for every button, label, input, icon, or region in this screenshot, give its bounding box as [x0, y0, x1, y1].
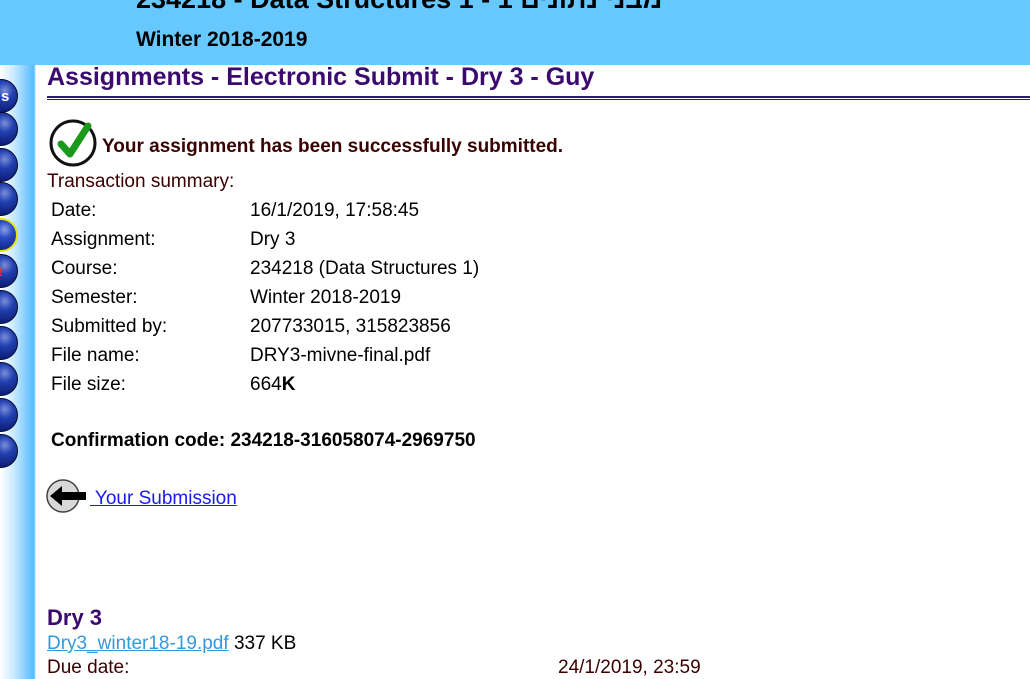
due-date-label: Due date: [47, 657, 130, 678]
assignment-file-size: 337 KB [233, 633, 297, 654]
title-divider [47, 96, 1030, 98]
confirmation-code: Confirmation code: 234218-316058074-2969… [51, 430, 476, 452]
your-submission-link[interactable]: Your Submission [46, 478, 237, 519]
nav-button[interactable] [0, 182, 18, 216]
nav-button-mark: s [1, 88, 10, 105]
summary-row: Assignment: Dry 3 [48, 225, 482, 254]
nav-button[interactable]: ! [0, 254, 18, 288]
nav-button[interactable] [0, 398, 18, 432]
file-size-unit: K [281, 373, 296, 395]
your-submission-label: Your Submission [90, 487, 237, 509]
summary-value: 664K [247, 370, 482, 399]
summary-value: Winter 2018-2019 [250, 286, 402, 308]
nav-button[interactable] [0, 362, 18, 396]
nav-button[interactable]: s [0, 79, 18, 113]
nav-button[interactable] [0, 326, 18, 360]
page-title: Assignments - Electronic Submit - Dry 3 … [47, 63, 595, 91]
due-date-value: 24/1/2019, 23:59 [558, 657, 701, 678]
nav-button[interactable] [0, 290, 18, 324]
assignment-file-link[interactable]: Dry3_winter18-19.pdf [47, 633, 229, 654]
summary-value: 234218 (Data Structures 1) [250, 257, 480, 279]
summary-key: Assignment: [51, 228, 156, 250]
summary-value: Dry 3 [250, 228, 296, 250]
back-arrow-icon [46, 478, 90, 519]
confirmation-value: 234218-316058074-2969750 [230, 430, 476, 451]
side-navigation: s! [0, 65, 36, 679]
summary-row: Semester: Winter 2018-2019 [48, 283, 482, 312]
summary-row: Course: 234218 (Data Structures 1) [48, 254, 482, 283]
summary-key: Semester: [51, 286, 138, 308]
summary-row: Date: 16/1/2019, 17:58:45 [48, 196, 482, 225]
assignment-file: Dry3_winter18-19.pdf 337 KB [47, 633, 296, 655]
summary-row: Submitted by: 207733015, 315823856 [48, 312, 482, 341]
summary-value: DRY3-mivne-final.pdf [250, 344, 431, 366]
success-notice: Your assignment has been successfully su… [48, 118, 563, 173]
nav-button[interactable] [0, 148, 18, 182]
checkmark-icon [48, 118, 98, 173]
summary-key: File name: [51, 344, 140, 366]
summary-value: 207733015, 315823856 [250, 315, 451, 337]
transaction-summary-label: Transaction summary: [47, 171, 235, 192]
confirmation-label: Confirmation code: [51, 430, 226, 451]
assignment-title: Dry 3 [47, 605, 103, 630]
nav-button[interactable] [0, 434, 18, 468]
transaction-summary-table: Date: 16/1/2019, 17:58:45 Assignment: Dry 3… [48, 196, 482, 399]
nav-button[interactable] [0, 218, 18, 252]
semester-title: Winter 2018-2019 [136, 28, 308, 51]
summary-key: Submitted by: [51, 315, 168, 337]
title-divider-secondary [47, 99, 1030, 100]
summary-key: File size: [51, 373, 126, 395]
nav-button-mark: ! [0, 265, 3, 279]
file-size-number: 664 [250, 373, 282, 395]
summary-key: Date: [51, 199, 97, 221]
success-message: Your assignment has been successfully su… [102, 135, 564, 157]
summary-row: File name: DRY3-mivne-final.pdf [48, 341, 482, 370]
summary-value: 16/1/2019, 17:58:45 [250, 199, 420, 221]
nav-button[interactable] [0, 112, 18, 146]
summary-key: Course: [51, 257, 118, 279]
course-title: 234218 - Data Structures 1 - מבני נתונים… [136, 0, 662, 15]
course-header: 234218 - Data Structures 1 - מבני נתונים… [0, 0, 1030, 65]
summary-row-file-size: File size: 664K [48, 370, 482, 399]
